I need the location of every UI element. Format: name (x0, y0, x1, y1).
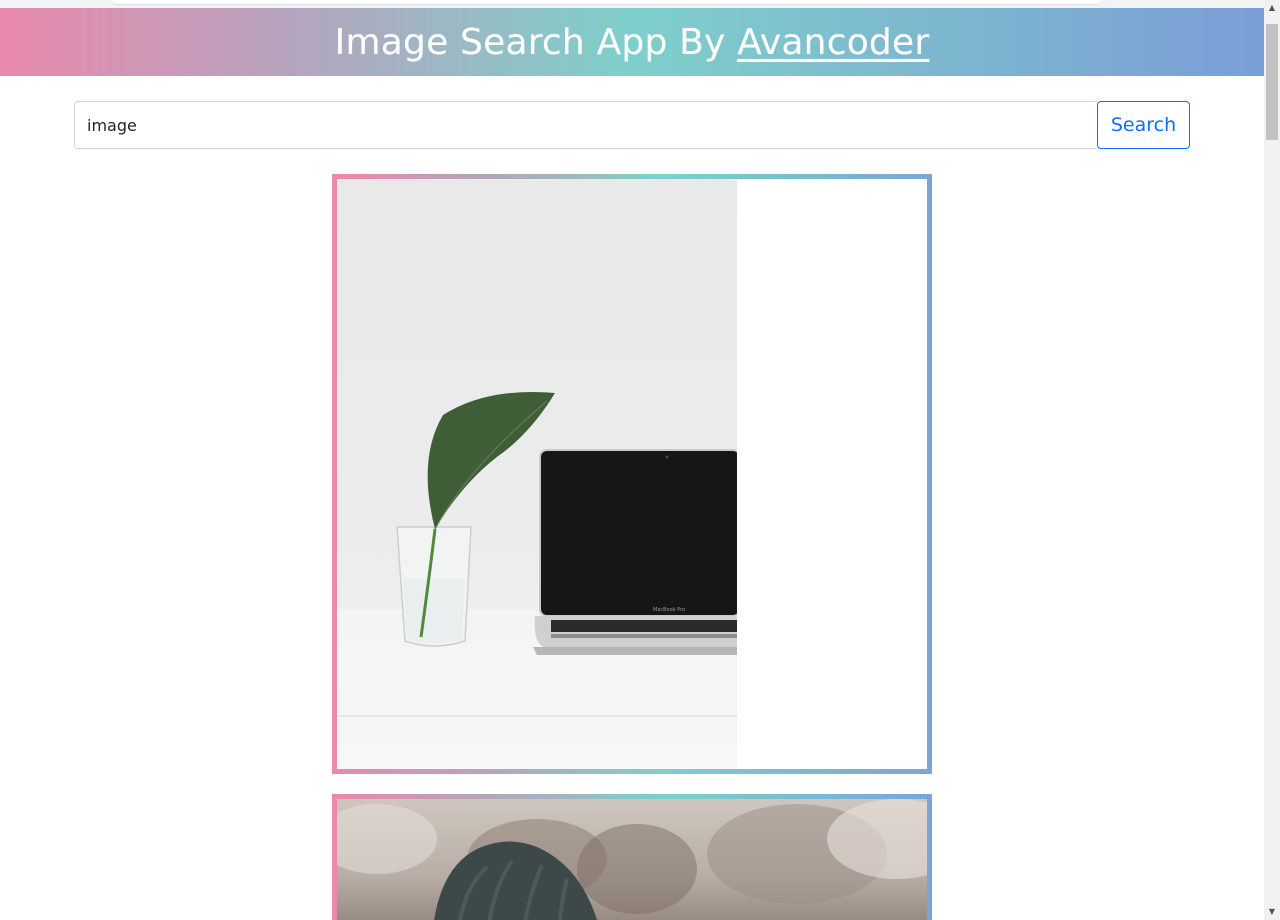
scroll-up-arrow-icon[interactable]: ▲ (1264, 0, 1280, 16)
photo-beanie-dusk (337, 799, 927, 920)
browser-top-pill (112, 0, 1102, 4)
page-title: Image Search App By Avancoder (335, 22, 930, 63)
author-link[interactable]: Avancoder (737, 22, 929, 63)
photo-plant-laptop: MacBook Pro (337, 179, 737, 769)
result-card[interactable]: MacBook Pro (332, 174, 932, 774)
page-scrollbar[interactable]: ▲ ▼ (1264, 0, 1280, 920)
scroll-down-arrow-icon[interactable]: ▼ (1264, 904, 1280, 920)
scrollbar-thumb[interactable] (1266, 24, 1278, 140)
page-title-text: Image Search App By (334, 21, 738, 63)
svg-text:MacBook Pro: MacBook Pro (653, 607, 685, 613)
plant-laptop-illustration: MacBook Pro (396, 391, 737, 655)
browser-top-strip (0, 0, 1264, 8)
result-card[interactable] (332, 794, 932, 920)
search-input[interactable] (74, 101, 1097, 149)
search-button[interactable]: Search (1097, 101, 1190, 149)
app-viewport: Image Search App By Avancoder Search (0, 0, 1264, 920)
app-header: Image Search App By Avancoder (0, 8, 1264, 76)
search-form: Search (74, 101, 1190, 149)
beanie-illustration (337, 799, 927, 920)
